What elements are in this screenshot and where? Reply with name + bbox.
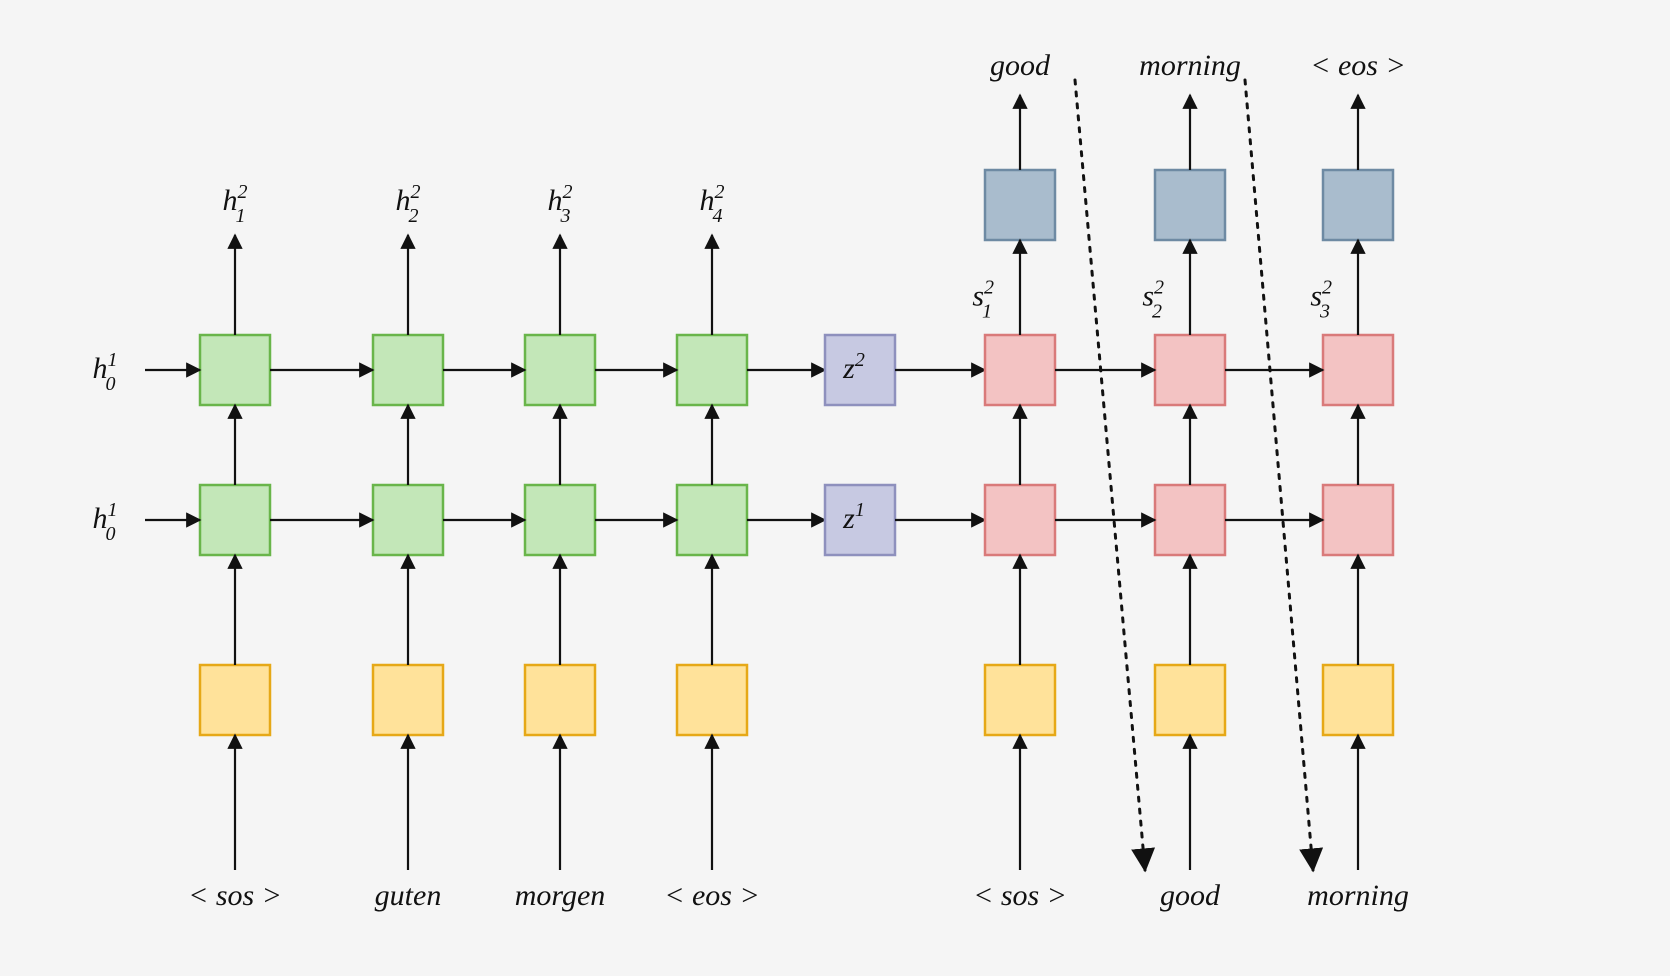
- encoder-embedding-2: [525, 665, 595, 735]
- decoder-embedding-0: [985, 665, 1055, 735]
- decoder-output-label-1: morning: [1139, 49, 1241, 82]
- decoder-rnn2-0: [985, 335, 1055, 405]
- encoder-rnn1-2: [525, 485, 595, 555]
- decoder-out-2: [1323, 170, 1393, 240]
- encoder-input-label-3: < eos >: [664, 879, 759, 912]
- encoder-embedding-3: [677, 665, 747, 735]
- encoder-embedding-1: [373, 665, 443, 735]
- decoder-embedding-1: [1155, 665, 1225, 735]
- decoder-rnn1-2: [1323, 485, 1393, 555]
- encoder-rnn2-2: [525, 335, 595, 405]
- decoder-rnn2-2: [1323, 335, 1393, 405]
- encoder-input-label-2: morgen: [515, 879, 606, 912]
- decoder-output-label-0: good: [990, 49, 1051, 82]
- decoder-out-1: [1155, 170, 1225, 240]
- decoder-embedding-2: [1323, 665, 1393, 735]
- encoder-input-label-1: guten: [375, 879, 442, 912]
- decoder-rnn1-0: [985, 485, 1055, 555]
- encoder-rnn1-1: [373, 485, 443, 555]
- decoder-input-label-2: morning: [1307, 879, 1409, 912]
- decoder-out-0: [985, 170, 1055, 240]
- encoder-rnn2-3: [677, 335, 747, 405]
- encoder-rnn1-3: [677, 485, 747, 555]
- encoder-embedding-0: [200, 665, 270, 735]
- decoder-input-label-0: < sos >: [973, 879, 1067, 912]
- decoder-input-label-1: good: [1160, 879, 1221, 912]
- encoder-input-label-0: < sos >: [188, 879, 282, 912]
- encoder-rnn2-1: [373, 335, 443, 405]
- encoder-rnn2-0: [200, 335, 270, 405]
- encoder-rnn1-0: [200, 485, 270, 555]
- decoder-output-label-2: < eos >: [1310, 49, 1405, 82]
- seq2seq-diagram: < sos >h21gutenh22morgenh23< eos >h24h10…: [0, 0, 1670, 976]
- decoder-rnn2-1: [1155, 335, 1225, 405]
- decoder-rnn1-1: [1155, 485, 1225, 555]
